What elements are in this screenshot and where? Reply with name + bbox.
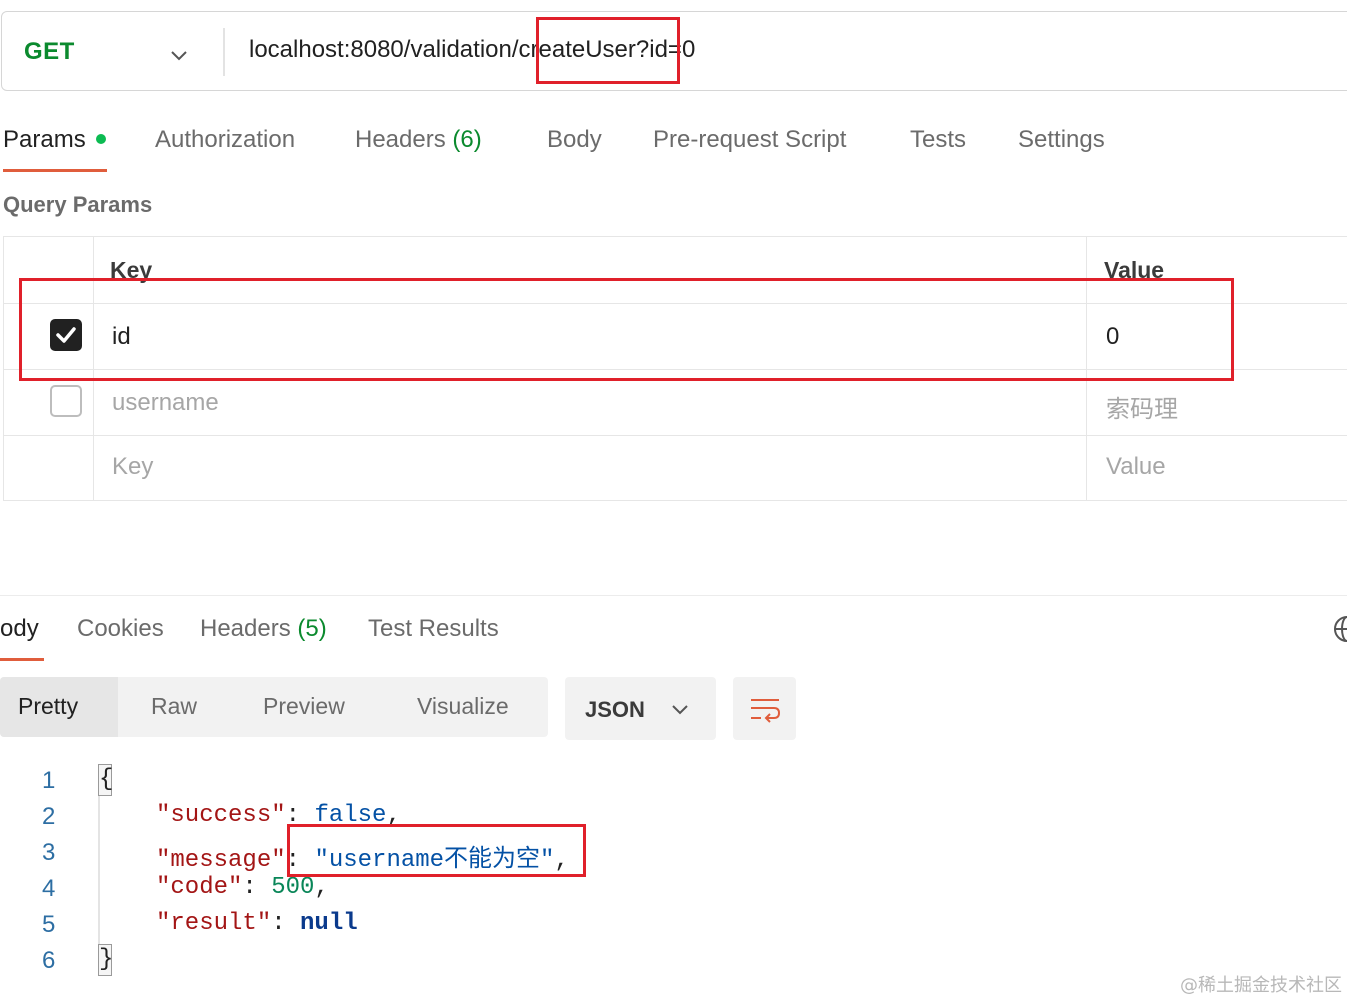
json-key: "result" (156, 910, 272, 937)
highlight-box-message (287, 824, 586, 877)
json-value: 500 (271, 874, 315, 901)
json-value: null (300, 910, 358, 937)
view-raw-button[interactable]: Raw (151, 693, 197, 720)
param-key-input[interactable]: username (112, 389, 219, 417)
line-number: 4 (42, 875, 56, 902)
view-pretty-button[interactable]: Pretty (18, 693, 78, 720)
new-param-key-input[interactable]: Key (112, 453, 153, 481)
view-preview-button[interactable]: Preview (263, 693, 345, 720)
query-params-title: Query Params (3, 192, 153, 217)
chevron-down-icon (672, 705, 688, 715)
globe-icon[interactable] (1332, 614, 1347, 644)
tab-params[interactable]: Params (3, 126, 106, 154)
tab-pre-request-script[interactable]: Pre-request Script (653, 126, 846, 154)
active-tab-underline (3, 169, 107, 172)
close-brace: } (99, 946, 114, 973)
param-checkbox-username[interactable] (50, 385, 82, 417)
tab-response-headers[interactable]: Headers (5) (200, 615, 327, 643)
headers-count: (6) (452, 126, 482, 153)
json-line-code: "code": 500, (156, 874, 329, 901)
view-mode-selector: Pretty Raw Preview Visualize (0, 677, 548, 737)
active-tab-underline (0, 658, 44, 661)
tab-headers[interactable]: Headers (6) (355, 126, 482, 154)
tab-body[interactable]: Body (547, 126, 602, 154)
pane-divider[interactable] (0, 595, 1347, 596)
line-number: 2 (42, 803, 56, 830)
tab-response-headers-label: Headers (200, 615, 291, 642)
json-key: "message" (156, 847, 286, 874)
params-active-dot (95, 133, 106, 144)
chevron-down-icon[interactable] (168, 44, 190, 66)
response-headers-count: (5) (297, 615, 327, 642)
wrap-lines-button[interactable] (733, 677, 796, 740)
wrap-lines-icon (751, 699, 781, 723)
tab-params-label: Params (3, 126, 86, 153)
line-number: 3 (42, 839, 56, 866)
highlight-box-param-row (19, 278, 1234, 381)
tab-headers-label: Headers (355, 126, 446, 153)
format-select[interactable]: JSON (565, 677, 716, 740)
json-key: "code" (156, 874, 243, 901)
tab-response-body[interactable]: ody (0, 615, 39, 643)
url-separator (223, 28, 225, 76)
param-value-input[interactable]: 索码理 (1106, 389, 1178, 424)
open-brace: { (99, 766, 114, 793)
row-divider (4, 435, 1347, 436)
tab-settings[interactable]: Settings (1018, 126, 1105, 154)
tab-test-results[interactable]: Test Results (368, 615, 499, 643)
line-number: 1 (42, 767, 56, 794)
tab-tests[interactable]: Tests (910, 126, 966, 154)
line-number: 6 (42, 947, 56, 974)
highlight-box-url (536, 17, 680, 84)
json-key: "success" (156, 802, 286, 829)
format-select-label: JSON (585, 697, 645, 722)
view-visualize-button[interactable]: Visualize (417, 693, 509, 720)
new-param-value-input[interactable]: Value (1106, 453, 1166, 481)
tab-authorization[interactable]: Authorization (155, 126, 295, 154)
method-select[interactable]: GET (24, 38, 75, 66)
json-line-result: "result": null (156, 910, 358, 937)
tab-cookies[interactable]: Cookies (77, 615, 164, 643)
watermark: @稀土掘金技术社区 (1180, 975, 1342, 996)
line-number: 5 (42, 911, 56, 938)
